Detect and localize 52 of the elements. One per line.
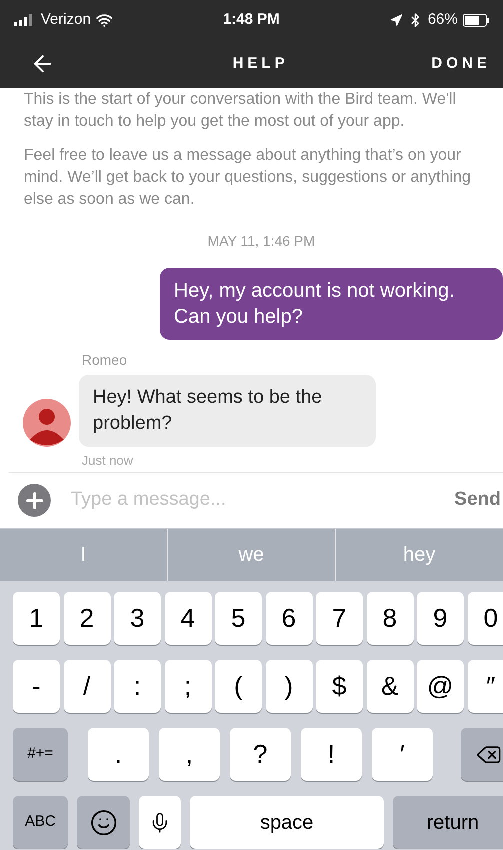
keyboard-key[interactable]: 9: [417, 592, 464, 645]
return-key[interactable]: return: [393, 796, 503, 849]
send-button[interactable]: Send: [454, 486, 501, 515]
date-label: MAY 11, 1:46 PM: [208, 232, 316, 251]
keyboard-key[interactable]: 8: [366, 592, 414, 645]
keyboard-key[interactable]: ,: [159, 728, 220, 781]
keyboard-key[interactable]: !: [301, 728, 362, 781]
keyboard-key[interactable]: /: [64, 660, 110, 713]
keyboard-key[interactable]: .: [88, 728, 149, 781]
keyboard-key[interactable]: 1: [13, 592, 60, 645]
keyboard-key[interactable]: 4: [164, 592, 212, 645]
outgoing-message: Hey, my account is not working. Can you help?: [160, 268, 503, 340]
sender-name: Romeo: [82, 351, 128, 370]
message-input[interactable]: Type a message...: [71, 486, 435, 515]
message-time: Just now: [82, 452, 134, 470]
avatar-icon: [22, 399, 72, 447]
keyboard-key[interactable]: 0: [468, 592, 503, 645]
page-title: HELP: [232, 54, 290, 74]
intro-paragraph: Feel free to leave us a message about anything that’s on your mind. We’ll get back to your questions, suggestions or anything else as soon as we can.: [24, 146, 472, 210]
keyboard-key[interactable]: 5: [215, 592, 262, 645]
emoji-key[interactable]: [77, 796, 130, 849]
carrier-name: Verizon: [41, 10, 92, 30]
keyboard-key[interactable]: $: [316, 660, 363, 713]
keyboard-key[interactable]: :: [114, 660, 161, 713]
add-button[interactable]: [18, 484, 51, 517]
keyboard-key[interactable]: ″: [468, 660, 503, 713]
keyboard-key[interactable]: ;: [164, 660, 212, 713]
keyboard-key[interactable]: ′: [372, 728, 433, 781]
keyboard-key[interactable]: 7: [316, 592, 363, 645]
location-icon: [390, 14, 403, 26]
space-key[interactable]: space: [190, 796, 384, 849]
keyboard-key[interactable]: 3: [114, 592, 161, 645]
keyboard-key[interactable]: &: [366, 660, 414, 713]
incoming-message: Hey! What seems to be the problem?: [79, 375, 376, 447]
intro-paragraph: This is the start of your conversation with the Bird team. We'll stay in touch to help you get the most out of your app.: [24, 90, 458, 132]
backspace-key[interactable]: [461, 728, 503, 781]
mode-key[interactable]: ABC: [13, 796, 68, 849]
smiley-icon: [90, 808, 118, 836]
done-button[interactable]: DONE: [432, 52, 491, 76]
mode-key[interactable]: #+=: [13, 728, 68, 781]
battery-icon: [463, 14, 489, 26]
keyboard-key[interactable]: ): [266, 660, 312, 713]
keyboard-key[interactable]: (: [215, 660, 262, 713]
keyboard-key[interactable]: @: [417, 660, 464, 713]
clock-time: 1:48 PM: [222, 10, 281, 30]
wifi-icon: [96, 12, 114, 28]
microphone-key[interactable]: [139, 796, 181, 849]
battery-percent: 66%: [428, 10, 458, 30]
keyboard-key[interactable]: -: [13, 660, 60, 713]
keyboard-key[interactable]: 6: [266, 592, 312, 645]
keyboard-key[interactable]: 2: [64, 592, 110, 645]
keyboard-key[interactable]: ?: [230, 728, 291, 781]
